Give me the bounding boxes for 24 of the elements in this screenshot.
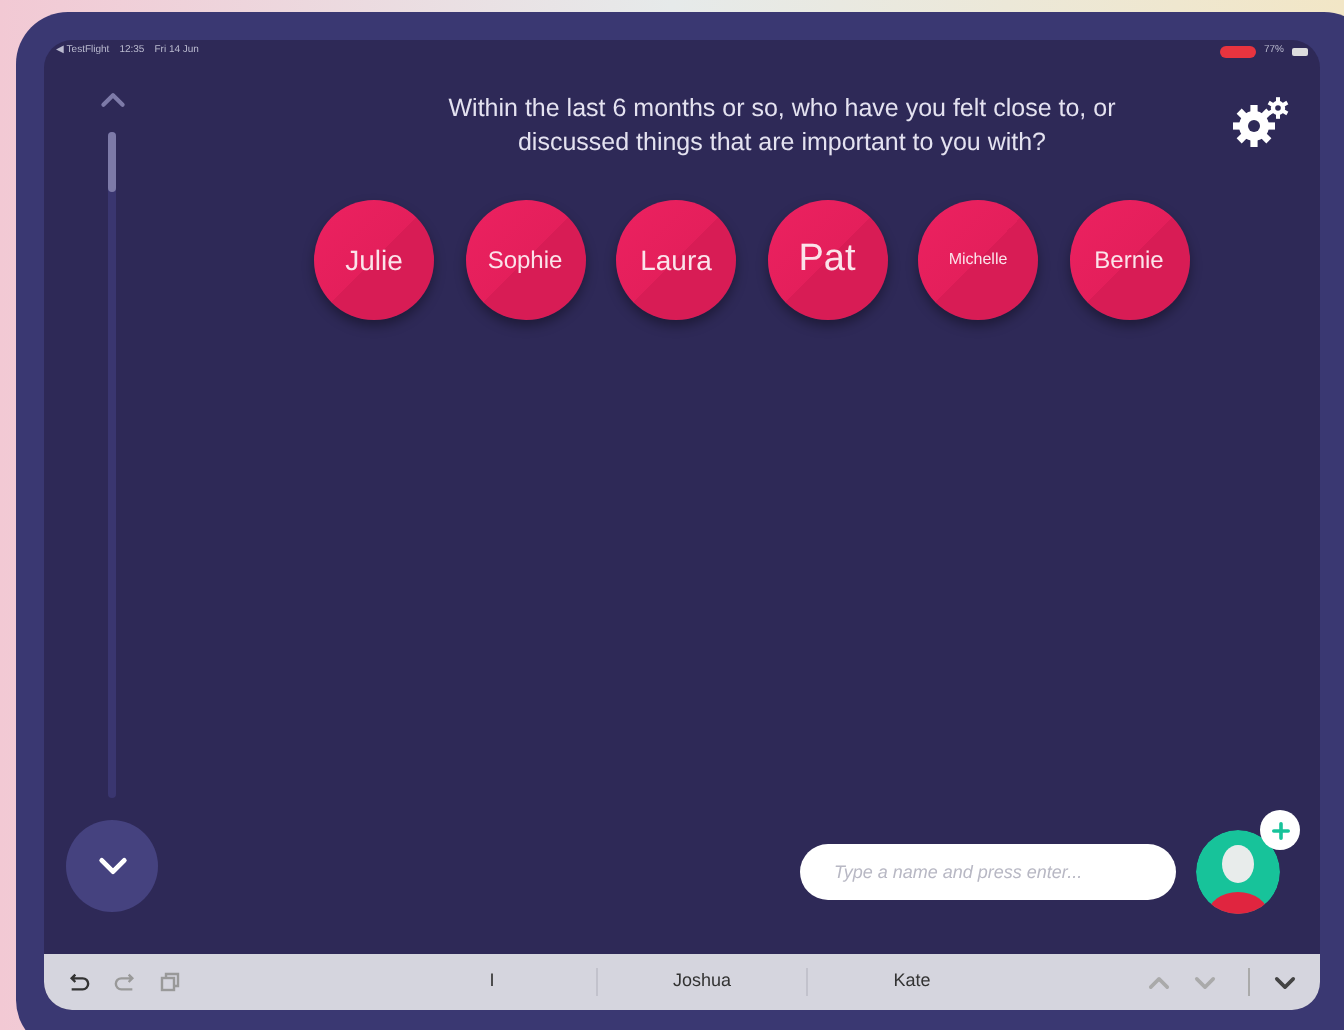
suggestion-item[interactable]: Joshua <box>598 968 806 996</box>
dismiss-keyboard-icon <box>1274 975 1296 989</box>
suggestion-item[interactable]: I <box>388 968 596 996</box>
scroll-thumb[interactable] <box>108 132 116 192</box>
name-input-field[interactable]: Type a name and press enter... <box>800 844 1176 900</box>
add-person-avatar-icon[interactable] <box>1196 830 1280 914</box>
person-node[interactable]: Julie <box>314 200 434 320</box>
person-node[interactable]: Sophie <box>465 200 585 320</box>
person-node[interactable]: Bernie <box>1069 200 1189 320</box>
plus-badge-icon[interactable] <box>1260 810 1300 850</box>
person-node[interactable]: Pat <box>767 200 887 320</box>
chevron-down-icon <box>97 856 127 876</box>
next-field-icon <box>1194 975 1216 989</box>
person-node[interactable]: Laura <box>616 200 736 320</box>
battery-icon <box>1292 48 1308 56</box>
scroll-down-button[interactable] <box>66 820 158 912</box>
suggestion-item[interactable]: Kate <box>808 968 1016 996</box>
recording-indicator <box>1219 46 1256 58</box>
scroll-up-icon <box>99 92 125 108</box>
settings-icon[interactable] <box>1232 96 1292 148</box>
previous-field-icon <box>1148 975 1170 989</box>
person-node[interactable]: Michelle <box>918 200 1038 320</box>
question-text: Within the last 6 months or so, who have you felt close to, or discussed things that are important to you with? <box>446 92 1118 160</box>
undo-icon[interactable] <box>68 972 90 992</box>
